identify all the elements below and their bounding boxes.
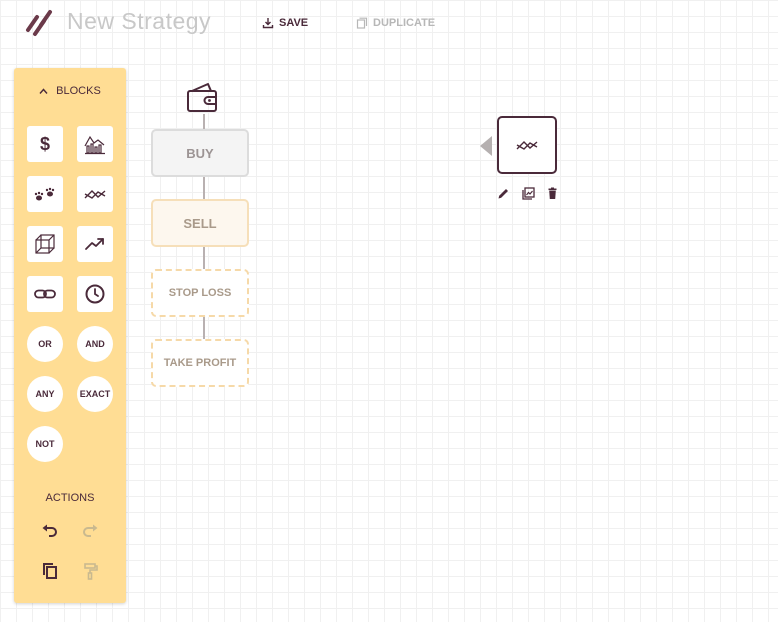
delete-icon (548, 187, 556, 199)
flow-connector (203, 114, 205, 129)
svg-text:$: $ (40, 134, 50, 154)
save-label: SAVE (279, 17, 309, 29)
strategy-title[interactable]: New Strategy (67, 8, 211, 35)
crossover-block[interactable] (497, 116, 557, 174)
copy-button[interactable] (39, 560, 61, 582)
block-link[interactable] (27, 276, 63, 312)
logic-not[interactable]: NOT (27, 426, 63, 462)
undo-icon (42, 524, 57, 537)
block-cube[interactable] (27, 226, 63, 262)
cube-icon (35, 234, 55, 254)
logo-icon (26, 10, 52, 36)
block-indicator-chart[interactable] (77, 126, 113, 162)
chart-block-button[interactable] (521, 186, 535, 200)
undo-button[interactable] (39, 520, 61, 542)
redo-button[interactable] (79, 520, 101, 542)
bar-line-chart-icon (84, 135, 105, 155)
logic-any[interactable]: ANY (27, 376, 63, 412)
blocks-sidebar: BLOCKS $ OR AND ANY EXACT NOT ACTIONS (14, 68, 126, 603)
flow-connector (203, 177, 205, 199)
take-profit-node[interactable]: TAKE PROFIT (151, 339, 249, 387)
paw-prints-icon (34, 187, 55, 201)
buy-node[interactable]: BUY (151, 129, 249, 177)
stop-loss-node[interactable]: STOP LOSS (151, 269, 249, 317)
duplicate-icon (356, 17, 368, 29)
block-crossover[interactable] (77, 176, 113, 212)
duplicate-label: DUPLICATE (373, 17, 436, 29)
connector-handle[interactable] (480, 136, 492, 156)
chart-icon (521, 186, 535, 200)
edit-icon (498, 188, 508, 198)
crossing-lines-icon (84, 190, 106, 199)
logic-or[interactable]: OR (27, 326, 63, 362)
block-time[interactable] (77, 276, 113, 312)
blocks-toggle[interactable]: BLOCKS (14, 85, 126, 97)
logic-exact[interactable]: EXACT (77, 376, 113, 412)
dollar-icon: $ (40, 134, 50, 154)
crossing-lines-icon (516, 141, 538, 150)
download-icon (262, 18, 274, 29)
paint-roller-icon (84, 563, 98, 580)
save-button[interactable]: SAVE (262, 15, 308, 31)
block-dollar[interactable]: $ (27, 126, 63, 162)
format-button[interactable] (79, 560, 101, 582)
chevron-up-icon (39, 87, 48, 94)
sell-node[interactable]: SELL (151, 199, 249, 247)
blocks-label: BLOCKS (56, 85, 101, 97)
link-icon (34, 289, 56, 299)
flow-connector (203, 317, 205, 339)
logic-and[interactable]: AND (77, 326, 113, 362)
copy-icon (43, 563, 57, 579)
duplicate-button[interactable]: DUPLICATE (356, 15, 435, 31)
block-trend[interactable] (77, 226, 113, 262)
delete-block-button[interactable] (545, 186, 559, 200)
wallet-icon (187, 83, 217, 112)
actions-label: ACTIONS (45, 492, 95, 504)
flow-connector (203, 247, 205, 269)
edit-block-button[interactable] (496, 186, 510, 200)
clock-icon (85, 284, 105, 304)
trend-up-icon (85, 238, 104, 250)
block-pattern[interactable] (27, 176, 63, 212)
redo-icon (83, 524, 98, 537)
